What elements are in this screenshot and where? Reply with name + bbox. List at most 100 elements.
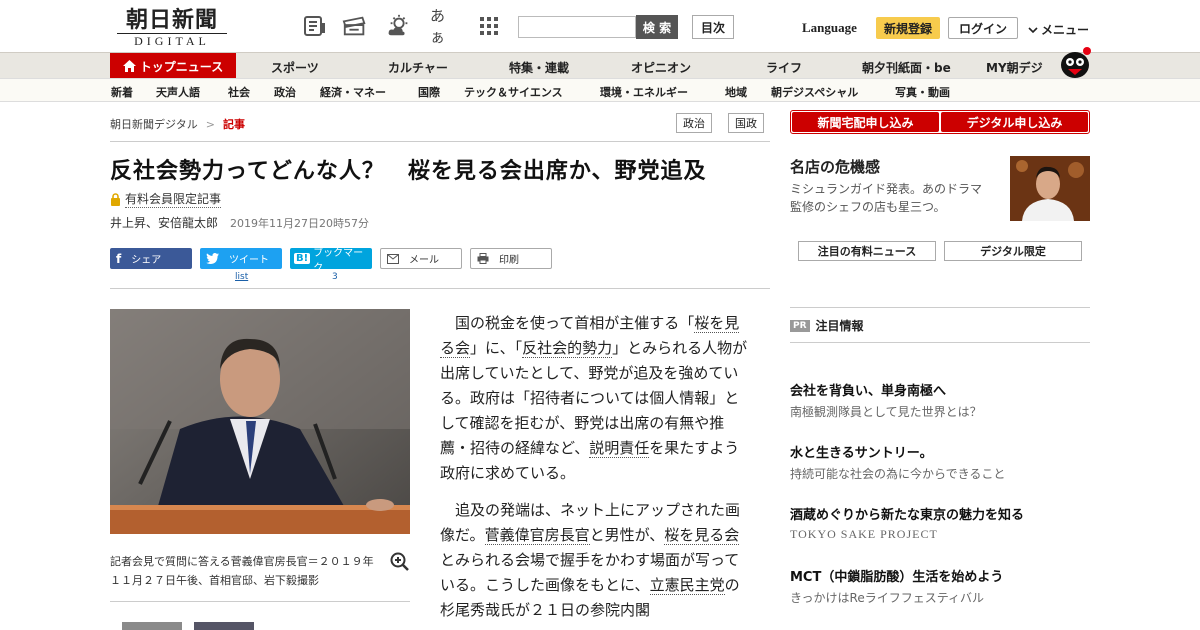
signup-button[interactable]: 新規登録: [876, 17, 940, 39]
mascot-icon[interactable]: [1058, 45, 1092, 79]
paragraph-text: 国の税金を使って首相が主催する「: [455, 314, 695, 332]
nav-top-news-label: トップニュース: [139, 59, 224, 74]
article-authors: 井上昇、安倍龍太郎: [110, 216, 219, 230]
hatena-count[interactable]: 3: [332, 272, 338, 282]
feature-image[interactable]: [1010, 156, 1090, 221]
nav-item-culture[interactable]: カルチャー: [388, 59, 448, 76]
mail-share-button[interactable]: メール: [380, 248, 462, 269]
breadcrumb-separator: >: [205, 117, 215, 131]
twitter-count[interactable]: list: [235, 272, 248, 282]
divider: [110, 141, 770, 142]
thumbnail[interactable]: [122, 622, 182, 630]
font-size-icon[interactable]: あぁ: [430, 7, 456, 46]
nav-item-my-asadigi[interactable]: MY朝デジ: [986, 59, 1043, 76]
divider: [790, 307, 1090, 308]
nav2-item-tenseijingo[interactable]: 天声人語: [156, 84, 200, 100]
home-icon: [122, 60, 136, 72]
grid-icon[interactable]: [476, 14, 502, 38]
keyword-link[interactable]: 説明責任: [589, 439, 650, 458]
primary-nav: トップニュース スポーツ カルチャー 特集・連載 オピニオン ライフ 朝夕刊紙面…: [0, 47, 1200, 79]
nav2-item-politics[interactable]: 政治: [274, 84, 296, 100]
pr-item-subtitle: きっかけはReライフフェスティバル: [790, 591, 984, 605]
chevron-down-icon: [1028, 26, 1038, 33]
article-photo[interactable]: [110, 309, 410, 534]
pr-item-subtitle: 持続可能な社会の為に今からできること: [790, 467, 1006, 481]
twitter-icon: [206, 253, 219, 264]
nav2-item-tech[interactable]: テック＆サイエンス: [464, 84, 563, 100]
lock-icon: [111, 192, 120, 206]
article-body: 国の税金を使って首相が主催する「桜を見る会」に、「反社会的勢力」とみられる人物が…: [440, 311, 750, 630]
facebook-share-button[interactable]: f シェア: [110, 248, 192, 269]
login-button[interactable]: ログイン: [948, 17, 1018, 39]
breadcrumb-home[interactable]: 朝日新聞デジタル: [110, 116, 198, 132]
paid-member-label[interactable]: 有料会員限定記事: [110, 190, 222, 208]
feature-description[interactable]: ミシュランガイド発表。あのドラマ監修のシェフの店も星三つ。: [790, 180, 990, 216]
nav2-item-society[interactable]: 社会: [228, 84, 250, 100]
nav-item-paper[interactable]: 朝夕刊紙面・be: [862, 59, 951, 76]
hatena-icon: B!: [294, 253, 311, 264]
print-label: 印刷: [499, 255, 519, 266]
nav2-item-economy[interactable]: 経済・マネー: [320, 84, 386, 100]
nav2-item-international[interactable]: 国際: [418, 84, 440, 100]
pr-badge: PR: [790, 319, 810, 332]
twitter-share-button[interactable]: ツイート: [200, 248, 282, 269]
nav-item-sports[interactable]: スポーツ: [271, 59, 319, 76]
paid-member-text: 有料会員限定記事: [125, 192, 222, 208]
pr-item-title: MCT（中鎖脂肪酸）生活を始めよう: [790, 570, 1004, 585]
nav2-item-photo-video[interactable]: 写真・動画: [895, 84, 950, 100]
digital-subscribe-button[interactable]: デジタル申し込み: [941, 112, 1088, 132]
keyword-link[interactable]: 立憲民主党: [649, 576, 725, 595]
feature-title[interactable]: 名店の危機感: [790, 156, 880, 177]
keyword-link[interactable]: 桜を見る会: [664, 526, 740, 545]
ticket-icon[interactable]: [342, 14, 368, 38]
keyword-link[interactable]: 菅義偉官房長官: [484, 526, 590, 545]
site-logo[interactable]: 朝日新聞 DIGITAL: [117, 8, 227, 47]
weather-icon[interactable]: [386, 14, 412, 38]
pr-section-header: PR 注目情報: [790, 317, 864, 334]
photo-caption: 記者会見で質問に答える菅義偉官房長官＝２０１９年１１月２７日午後、首相官邸、岩下…: [110, 555, 374, 587]
article-paragraph: 国の税金を使って首相が主催する「桜を見る会」に、「反社会的勢力」とみられる人物が…: [440, 311, 750, 486]
search-input[interactable]: [518, 16, 636, 38]
secondary-nav: 新着 天声人語 社会 政治 経済・マネー 国際 テック＆サイエンス 環境・エネル…: [0, 78, 1200, 102]
nav-top-news[interactable]: トップニュース: [110, 53, 236, 79]
logo-subtext: DIGITAL: [117, 33, 227, 47]
tag-politics[interactable]: 政治: [676, 113, 712, 133]
newspaper-subscribe-button[interactable]: 新聞宅配申し込み: [792, 112, 939, 132]
thumbnail[interactable]: [194, 622, 254, 630]
pr-item[interactable]: 会社を背負い、単身南極へ 南極観測隊員として見た世界とは？: [790, 380, 1090, 420]
nav-item-life[interactable]: ライフ: [766, 59, 802, 76]
language-link[interactable]: Language: [802, 20, 857, 36]
twitter-share-label: ツイート: [229, 255, 269, 266]
tag-national-politics[interactable]: 国政: [728, 113, 764, 133]
nav-item-features[interactable]: 特集・連載: [509, 59, 569, 76]
hatena-bookmark-button[interactable]: B! ブックマーク: [290, 248, 372, 274]
pr-item-subtitle: TOKYO SAKE PROJECT: [790, 527, 938, 541]
pr-item[interactable]: 水と生きるサントリー。 持続可能な社会の為に今からできること: [790, 442, 1090, 482]
divider: [110, 288, 770, 289]
keyword-link[interactable]: 反社会的勢力: [522, 339, 613, 358]
index-button[interactable]: 目次: [692, 15, 734, 39]
pr-item[interactable]: MCT（中鎖脂肪酸）生活を始めよう きっかけはReライフフェスティバル: [790, 566, 1090, 606]
site-header: 朝日新聞 DIGITAL あぁ 検 索 目次 Language 新規登録 ログイ…: [0, 0, 1200, 52]
newspaper-icon[interactable]: [302, 14, 328, 38]
tab-digital-only[interactable]: デジタル限定: [944, 241, 1082, 261]
article-paragraph: 追及の発端は、ネット上にアップされた画像だ。菅義偉官房長官と男性が、桜を見る会と…: [440, 498, 750, 623]
nav2-item-new[interactable]: 新着: [111, 84, 133, 100]
nav-item-opinion[interactable]: オピニオン: [631, 59, 691, 76]
pr-item-title: 会社を背負い、単身南極へ: [790, 384, 947, 399]
hatena-bookmark-label: ブックマーク: [313, 247, 364, 274]
mail-icon: [387, 253, 399, 264]
breadcrumb: 朝日新聞デジタル > 記事: [110, 116, 245, 132]
divider: [790, 342, 1090, 343]
search-button[interactable]: 検 索: [636, 15, 678, 39]
tab-paid-news[interactable]: 注目の有料ニュース: [798, 241, 936, 261]
pr-item-subtitle: 南極観測隊員として見た世界とは？: [790, 405, 982, 419]
nav2-item-special[interactable]: 朝デジスペシャル: [771, 84, 858, 100]
zoom-icon[interactable]: [390, 552, 410, 576]
print-button[interactable]: 印刷: [470, 248, 552, 269]
pr-item[interactable]: 酒蔵めぐりから新たな東京の魅力を知る TOKYO SAKE PROJECT: [790, 504, 1090, 542]
breadcrumb-current: 記事: [223, 118, 245, 131]
nav2-item-local[interactable]: 地域: [725, 84, 747, 100]
nav2-item-environment[interactable]: 環境・エネルギー: [600, 84, 688, 100]
menu-button[interactable]: メニュー: [1028, 21, 1089, 38]
